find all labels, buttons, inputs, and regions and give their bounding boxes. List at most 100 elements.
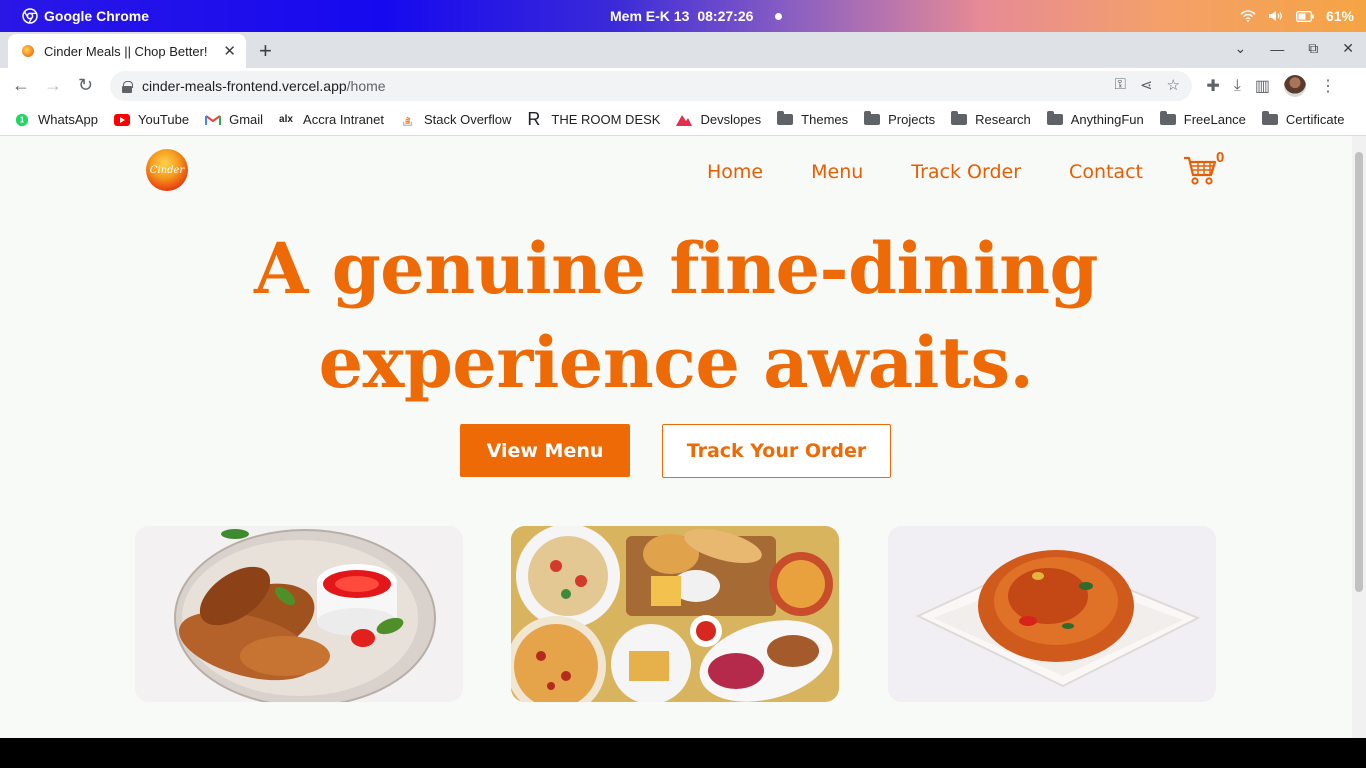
minimize-icon[interactable]: — xyxy=(1270,41,1284,57)
tab-title: Cinder Meals || Chop Better! xyxy=(44,43,208,59)
bookmark-folder-freelance[interactable]: FreeLance xyxy=(1159,111,1246,127)
cart-count-badge: 0 xyxy=(1216,149,1225,166)
side-panel-icon[interactable]: ▥ xyxy=(1255,76,1270,96)
os-time: 08:27:26 xyxy=(697,8,754,24)
bookmark-youtube[interactable]: YouTube xyxy=(113,112,190,127)
folder-icon xyxy=(777,111,794,125)
food-image-platter xyxy=(511,526,839,702)
nav-contact[interactable]: Contact xyxy=(1069,161,1143,183)
bookmarks-bar: 1 WhatsApp YouTube Gmail alx Accra Intra… xyxy=(0,104,1366,136)
bookmark-the-room-desk[interactable]: R THE ROOM DESK xyxy=(527,109,660,130)
bookmark-label: Stack Overflow xyxy=(423,112,512,127)
bookmark-label: Certificate xyxy=(1285,112,1345,127)
food-image-chicken xyxy=(135,526,463,702)
back-arrow-icon[interactable]: ← xyxy=(12,75,30,96)
os-clock: Mem E-K 13 08:27:26 xyxy=(610,8,783,24)
track-order-button[interactable]: Track Your Order xyxy=(662,424,891,478)
gmail-icon xyxy=(205,114,222,125)
shopping-cart-icon[interactable] xyxy=(1183,154,1217,186)
hero-line-1: A genuine fine-dining xyxy=(254,227,1098,310)
bookmark-label: WhatsApp xyxy=(38,112,98,127)
chrome-icon xyxy=(22,8,38,24)
os-app-indicator: Google Chrome xyxy=(22,8,149,24)
share-icon[interactable]: ⋖ xyxy=(1140,76,1153,94)
whatsapp-icon: 1 xyxy=(15,113,29,126)
room-desk-r-icon: R xyxy=(527,109,541,129)
address-bar[interactable]: cinder-meals-frontend.vercel.app/home ⚿ … xyxy=(110,71,1192,101)
download-icon[interactable]: ⤓ xyxy=(1234,77,1241,95)
restore-icon[interactable]: ⧉ xyxy=(1308,40,1318,57)
omnibox-actions: ⚿ ⋖ ☆ xyxy=(1115,76,1180,94)
hero-line-2: experience awaits. xyxy=(318,321,1034,404)
web-page: Cinder Home Menu Track Order Contact 0 A… xyxy=(0,136,1352,738)
folder-icon xyxy=(1261,111,1278,125)
bookmark-label: Gmail xyxy=(229,112,264,127)
bookmark-whatsapp[interactable]: 1 WhatsApp xyxy=(14,112,98,127)
alx-icon: alx xyxy=(279,114,293,125)
battery-level: 61% xyxy=(1325,8,1354,24)
bookmark-label: FreeLance xyxy=(1183,112,1246,127)
volume-icon xyxy=(1268,11,1282,21)
bookmark-folder-anythingfun[interactable]: AnythingFun xyxy=(1046,111,1144,127)
browser-toolbar: ← → ↻ cinder-meals-frontend.vercel.app/h… xyxy=(0,68,1366,104)
page-scrollbar[interactable] xyxy=(1352,136,1366,738)
tab-strip: Cinder Meals || Chop Better! ✕ + ⌄ — ⧉ ✕ xyxy=(0,32,1366,68)
extensions-puzzle-icon[interactable]: ✚ xyxy=(1206,76,1219,96)
profile-avatar[interactable] xyxy=(1284,75,1306,97)
nav-track-order[interactable]: Track Order xyxy=(911,161,1021,183)
bookmark-label: YouTube xyxy=(137,112,190,127)
bookmark-accra-intranet[interactable]: alx Accra Intranet xyxy=(279,112,384,127)
bookmark-label: Research xyxy=(975,112,1031,127)
os-app-name: Google Chrome xyxy=(44,8,150,24)
bookmark-star-icon[interactable]: ☆ xyxy=(1167,76,1180,94)
bookmark-label: Projects xyxy=(888,112,936,127)
bookmark-stack-overflow[interactable]: Stack Overflow xyxy=(400,112,511,127)
close-window-icon[interactable]: ✕ xyxy=(1342,40,1354,57)
footer-strip xyxy=(0,738,1366,768)
os-tray[interactable]: 61% xyxy=(1240,8,1354,24)
tab-cinder-meals[interactable]: Cinder Meals || Chop Better! ✕ xyxy=(8,34,246,68)
bookmark-label: AnythingFun xyxy=(1070,112,1144,127)
scrollbar-thumb[interactable] xyxy=(1355,152,1363,592)
bookmark-folder-themes[interactable]: Themes xyxy=(777,111,849,127)
reload-icon[interactable]: ↻ xyxy=(78,75,93,96)
close-tab-icon[interactable]: ✕ xyxy=(223,42,236,60)
battery-icon xyxy=(1295,10,1314,22)
key-icon[interactable]: ⚿ xyxy=(1115,76,1126,94)
toolbar-right: ✚ ⤓ ▥ ⋮ xyxy=(1206,75,1336,97)
youtube-icon xyxy=(113,113,130,126)
devslopes-icon xyxy=(676,114,693,126)
bookmark-folder-projects[interactable]: Projects xyxy=(864,111,936,127)
os-status-text: Mem E-K 13 xyxy=(610,8,690,24)
folder-icon xyxy=(1046,111,1063,125)
site-nav: Home Menu Track Order Contact xyxy=(707,161,1143,183)
more-menu-icon[interactable]: ⋮ xyxy=(1320,76,1336,96)
stack-overflow-icon xyxy=(402,116,413,126)
new-tab-button[interactable]: + xyxy=(259,38,272,64)
bookmark-label: Accra Intranet xyxy=(303,112,384,127)
bookmark-label: Devslopes xyxy=(700,112,762,127)
view-menu-button[interactable]: View Menu xyxy=(460,424,630,477)
nav-menu[interactable]: Menu xyxy=(811,161,863,183)
tab-search-chevron-down-icon[interactable]: ⌄ xyxy=(1235,40,1247,57)
bookmark-gmail[interactable]: Gmail xyxy=(205,112,263,127)
lock-icon[interactable] xyxy=(122,80,133,93)
bookmark-folder-research[interactable]: Research xyxy=(951,111,1031,127)
nav-home[interactable]: Home xyxy=(707,161,763,183)
bookmark-devslopes[interactable]: Devslopes xyxy=(676,112,761,127)
folder-icon xyxy=(1159,111,1176,125)
site-favicon-icon xyxy=(22,45,34,57)
cinder-logo[interactable]: Cinder xyxy=(146,149,188,191)
folder-icon xyxy=(951,111,968,125)
os-top-bar: Google Chrome Mem E-K 13 08:27:26 61% xyxy=(0,0,1366,32)
food-image-jollof xyxy=(888,526,1216,702)
logo-text: Cinder xyxy=(149,164,185,176)
folder-icon xyxy=(864,111,881,125)
bookmark-label: Themes xyxy=(801,112,849,127)
bookmark-folder-certificate[interactable]: Certificate xyxy=(1261,111,1345,127)
svg-text:1: 1 xyxy=(20,115,25,124)
forward-arrow-icon[interactable]: → xyxy=(44,75,62,96)
bookmark-label: THE ROOM DESK xyxy=(551,112,661,127)
wifi-icon xyxy=(1240,10,1256,22)
window-controls: ⌄ — ⧉ ✕ xyxy=(1235,40,1354,57)
